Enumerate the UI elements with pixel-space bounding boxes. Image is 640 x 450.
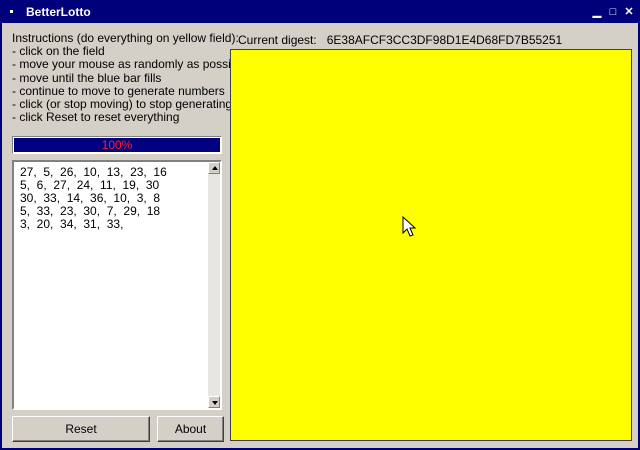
about-button[interactable]: About <box>157 416 224 442</box>
digest-value: 6E38AFCF3CC3DF98D1E4D68FD7B55251 <box>326 33 563 47</box>
instruction-line: - move your mouse as randomly as possibl… <box>12 57 247 72</box>
numbers-output[interactable]: 27, 5, 26, 10, 13, 23, 16 5, 6, 27, 24, … <box>12 160 222 410</box>
scroll-down-arrow-icon[interactable] <box>208 396 220 408</box>
close-button[interactable]: ✕ <box>622 5 636 19</box>
numbers-scrollbar[interactable] <box>208 162 220 408</box>
numbers-list: 27, 5, 26, 10, 13, 23, 16 5, 6, 27, 24, … <box>20 166 167 231</box>
number-row: 3, 20, 34, 31, 33, <box>20 217 124 231</box>
yellow-entropy-field[interactable] <box>230 49 632 441</box>
instruction-line: - move until the blue bar fills <box>12 70 162 85</box>
reset-button[interactable]: Reset <box>12 416 150 442</box>
window-title: BetterLotto <box>26 5 91 19</box>
betterlotto-window: BetterLotto ▁ □ ✕ Instructions (do every… <box>0 0 640 450</box>
instructions: Instructions (do everything on yellow fi… <box>12 31 247 125</box>
current-digest: Current digest: 6E38AFCF3CC3DF98D1E4D68F… <box>238 33 562 47</box>
scroll-up-arrow-icon[interactable] <box>208 162 220 174</box>
entropy-progress-bar: 100% <box>12 136 222 154</box>
system-menu-icon[interactable] <box>10 10 13 13</box>
instruction-line: - click Reset to reset everything <box>12 110 180 125</box>
digest-label: Current digest: <box>238 33 317 47</box>
mouse-pointer-icon <box>402 216 417 237</box>
progress-label: 100% <box>101 138 133 152</box>
title-bar[interactable]: BetterLotto ▁ □ ✕ <box>2 2 638 23</box>
maximize-button[interactable]: □ <box>606 5 620 19</box>
minimize-button[interactable]: ▁ <box>590 5 604 19</box>
